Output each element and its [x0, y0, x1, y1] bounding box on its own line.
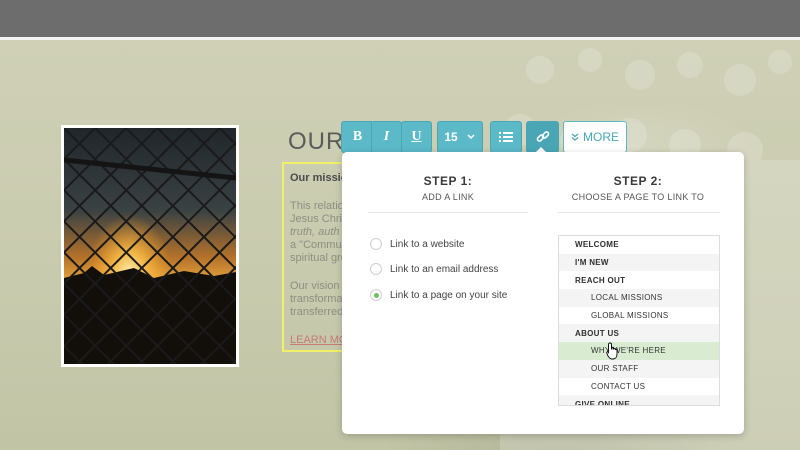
option-page[interactable]: Link to a page on your site [370, 289, 507, 301]
font-size-dropdown[interactable]: 15 [437, 121, 483, 153]
section-heading: OUR [288, 128, 345, 155]
page-item-reach-out[interactable]: REACH OUT [559, 271, 719, 289]
text-line: transferred [290, 306, 344, 318]
italic-button[interactable]: I [371, 121, 402, 153]
paragraph-vision: Our vision transforma transferred [290, 280, 343, 319]
more-label: MORE [583, 130, 619, 144]
add-link-panel: STEP 1: ADD A LINK STEP 2: CHOOSE A PAGE… [342, 152, 744, 434]
learn-more-link[interactable]: LEARN MO [290, 334, 347, 347]
double-chevron-down-icon [571, 133, 579, 141]
text-line: Our vision [290, 280, 340, 292]
link-icon [536, 131, 549, 142]
step-1-subtitle: ADD A LINK [421, 192, 475, 202]
step-1-header: STEP 1: ADD A LINK [368, 174, 528, 202]
top-bar [0, 0, 800, 37]
option-email[interactable]: Link to an email address [370, 263, 498, 275]
option-website[interactable]: Link to a website [370, 238, 465, 250]
step-2-title: STEP 2: [613, 174, 663, 188]
page-item-global-missions[interactable]: GLOBAL MISSIONS [559, 307, 719, 325]
bold-button[interactable]: B [341, 121, 374, 153]
page-item-our-staff[interactable]: OUR STAFF [559, 359, 719, 378]
step-1-title: STEP 1: [423, 174, 473, 188]
hand-pointer-icon [606, 342, 618, 360]
sunset-fence-photo[interactable] [61, 125, 239, 367]
text-line: transforma [290, 293, 343, 305]
page-list[interactable]: WELCOME I'M NEW REACH OUT LOCAL MISSIONS… [558, 235, 720, 406]
more-button[interactable]: MORE [563, 121, 627, 153]
list-button[interactable] [490, 121, 522, 153]
underline-label: U [411, 129, 422, 144]
page-item-im-new[interactable]: I'M NEW [559, 253, 719, 272]
step-2-header: STEP 2: CHOOSE A PAGE TO LINK TO [558, 174, 718, 202]
page-radio[interactable] [370, 289, 382, 301]
option-label: Link to a page on your site [390, 289, 508, 301]
chevron-down-icon [467, 134, 475, 140]
photo-image [64, 128, 236, 364]
list-icon [499, 132, 513, 142]
step-1-divider [368, 212, 528, 213]
page-item-local-missions[interactable]: LOCAL MISSIONS [559, 289, 719, 307]
step-2-subtitle: CHOOSE A PAGE TO LINK TO [571, 192, 705, 202]
page-item-welcome[interactable]: WELCOME [559, 236, 719, 254]
option-label: Link to a website [390, 238, 465, 250]
page-item-contact-us[interactable]: CONTACT US [559, 378, 719, 396]
font-size-value: 15 [444, 130, 458, 144]
website-radio[interactable] [370, 238, 382, 250]
email-radio[interactable] [370, 263, 382, 275]
italic-label: I [383, 129, 390, 144]
page-item-give-online[interactable]: GIVE ONLINE [559, 395, 719, 405]
underline-button[interactable]: U [401, 121, 432, 153]
step-2-divider [558, 212, 720, 213]
page-item-why-were-here[interactable]: WHY WE'RE HERE [559, 342, 719, 360]
page-item-about-us[interactable]: ABOUT US [559, 324, 719, 343]
bold-label: B [352, 129, 363, 144]
option-label: Link to an email address [390, 263, 499, 275]
